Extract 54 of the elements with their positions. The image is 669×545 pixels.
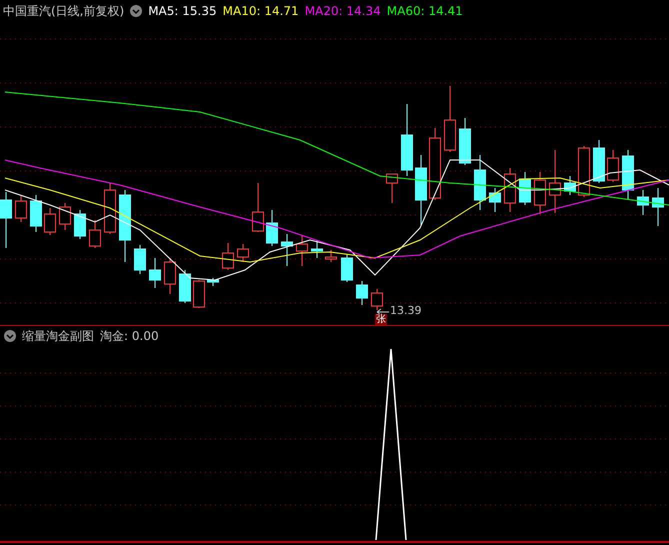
rising-candlestick bbox=[371, 288, 383, 310]
indicator-title: 缩量淘金副图 bbox=[22, 328, 94, 344]
dropdown-icon[interactable] bbox=[4, 330, 16, 342]
rising-candlestick bbox=[237, 244, 249, 262]
moving-average-reading: MA20: 14.34 bbox=[304, 4, 381, 18]
falling-candlestick bbox=[74, 210, 86, 240]
rising-candlestick bbox=[222, 242, 234, 270]
falling-candlestick bbox=[207, 278, 219, 286]
falling-candlestick bbox=[564, 176, 576, 196]
stock-title: 中国重汽(日线,前复权) bbox=[3, 2, 124, 20]
rise-badge: 张 bbox=[375, 314, 387, 325]
falling-candlestick bbox=[637, 190, 649, 216]
falling-candlestick bbox=[489, 188, 501, 212]
rising-candlestick bbox=[89, 220, 101, 248]
falling-candlestick bbox=[179, 270, 191, 304]
rising-candlestick bbox=[386, 174, 398, 204]
falling-candlestick bbox=[415, 154, 427, 226]
low-price-label: 13.39 bbox=[390, 304, 422, 317]
rising-candlestick bbox=[534, 172, 546, 214]
falling-candlestick bbox=[593, 140, 605, 184]
rising-candlestick bbox=[504, 168, 516, 212]
rising-candlestick bbox=[444, 86, 456, 152]
moving-average-reading: MA60: 14.41 bbox=[386, 4, 463, 18]
falling-candlestick bbox=[311, 240, 323, 258]
falling-candlestick bbox=[652, 188, 664, 226]
rising-candlestick bbox=[578, 146, 590, 198]
rising-candlestick bbox=[59, 202, 71, 230]
falling-candlestick bbox=[356, 280, 368, 306]
falling-candlestick bbox=[30, 194, 42, 232]
falling-candlestick bbox=[474, 154, 486, 210]
falling-candlestick bbox=[0, 192, 12, 248]
falling-candlestick bbox=[266, 210, 278, 246]
rising-candlestick bbox=[252, 182, 264, 232]
rising-candlestick bbox=[15, 196, 27, 222]
rising-candlestick bbox=[325, 250, 337, 262]
falling-candlestick bbox=[149, 258, 161, 288]
moving-average-reading: MA5: 15.35 bbox=[148, 4, 217, 18]
rising-candlestick bbox=[296, 236, 308, 266]
falling-candlestick bbox=[281, 234, 293, 266]
rising-candlestick bbox=[104, 182, 116, 234]
rising-candlestick bbox=[44, 208, 56, 236]
indicator-reading: 淘金: 0.00 bbox=[100, 328, 159, 344]
arrow-icon bbox=[376, 308, 390, 316]
falling-candlestick bbox=[341, 254, 353, 282]
falling-candlestick bbox=[519, 172, 531, 206]
rising-candlestick bbox=[549, 150, 561, 214]
falling-candlestick bbox=[134, 244, 146, 274]
moving-average-reading: MA10: 14.71 bbox=[222, 4, 299, 18]
rising-candlestick bbox=[607, 150, 619, 182]
rising-candlestick bbox=[193, 280, 205, 308]
rising-candlestick bbox=[164, 258, 176, 294]
dropdown-icon[interactable] bbox=[130, 5, 142, 17]
falling-candlestick bbox=[459, 118, 471, 166]
falling-candlestick bbox=[622, 150, 634, 200]
